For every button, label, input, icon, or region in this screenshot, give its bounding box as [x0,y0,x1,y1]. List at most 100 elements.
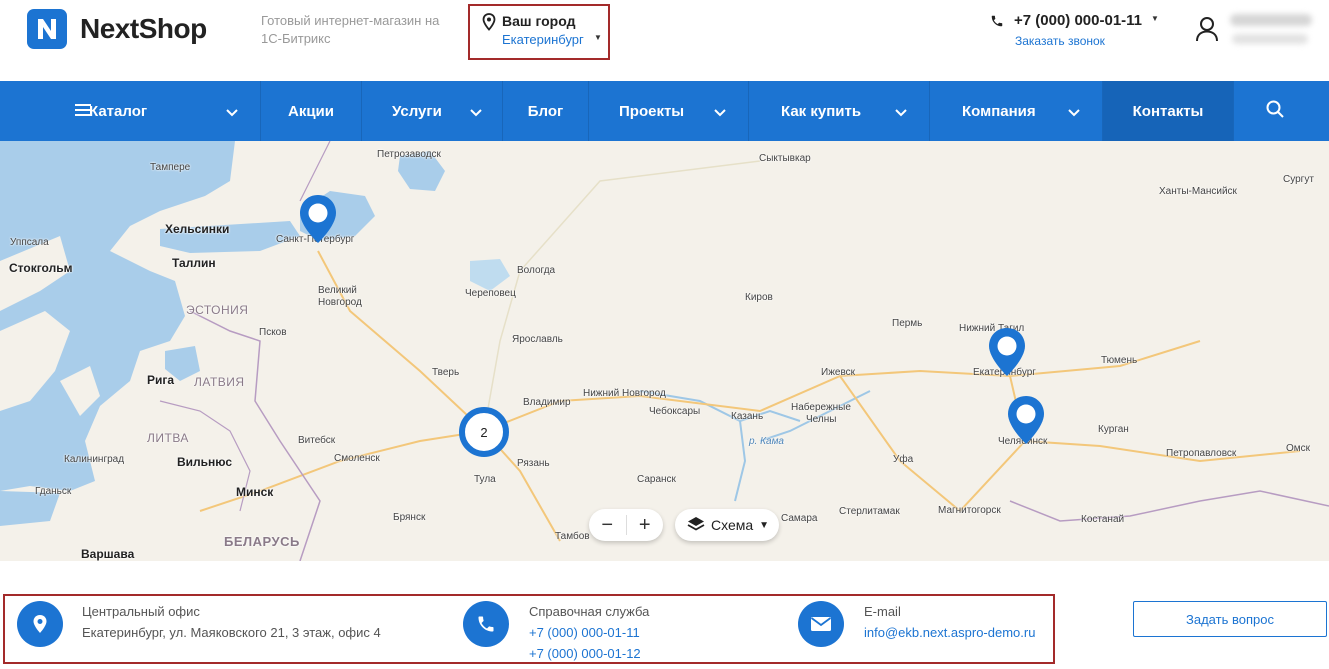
map-country-label: ЭСТОНИЯ [186,303,249,317]
logo-icon [27,9,67,49]
phone-icon [463,601,509,647]
map-city-label: Великий [318,285,357,296]
mail-icon [798,601,844,647]
nav-label: Контакты [1132,102,1204,120]
map-city-label: Петрозаводск [377,149,441,160]
map-city-label: Тула [474,474,496,485]
nav-item-services[interactable]: Услуги [362,81,503,141]
map-city-label: Уппсала [10,237,49,248]
map-river-label: р. Кама [749,436,784,447]
map-city-label: Гданьск [35,486,72,497]
location-pin-icon [482,13,496,36]
map-city-label: Магнитогорск [938,505,1001,516]
map-city-label: Сургут [1283,174,1314,185]
logo-text: NextShop [80,13,207,44]
zoom-out-button[interactable]: − [589,509,626,541]
search-button[interactable] [1234,81,1316,141]
city-selector[interactable]: Ваш город Екатеринбург ▼ [468,4,610,60]
layers-icon [687,516,705,535]
chevron-down-icon [226,104,238,121]
help-phone-2[interactable]: +7 (000) 000-01-12 [529,646,641,661]
map-city-label: Минск [236,485,274,499]
nav-item-promo[interactable]: Акции [261,81,362,141]
map-country-label: ЛИТВА [147,431,189,445]
site-header: NextShop Готовый интернет-магазин на 1С-… [0,0,1329,81]
phone-icon [990,14,1004,33]
map-city-label: Тамбов [555,531,590,542]
nav-item-contacts[interactable]: Контакты [1103,81,1234,141]
ask-question-button[interactable]: Задать вопрос [1133,601,1327,637]
help-phone-1[interactable]: +7 (000) 000-01-11 [529,625,640,640]
help-label: Справочная служба [529,604,650,619]
map-layer-selector[interactable]: Схема ▼ [675,509,779,541]
map-city-label: Саранск [637,474,676,485]
map-city-label: Костанай [1081,514,1125,525]
nav-item-blog[interactable]: Блог [503,81,589,141]
chevron-down-icon [470,104,482,121]
map-city-label: Стерлитамак [839,506,900,517]
user-name-blurred[interactable] [1230,14,1312,26]
map-city-label: Петропавловск [1166,448,1237,459]
map-layer-label: Схема [711,517,754,533]
map-city-label: Рига [147,373,175,387]
map-city-label: Череповец [465,288,516,299]
logo[interactable]: NextShop [27,9,207,49]
map-marker-pin-icon[interactable] [298,193,338,245]
nav-label: Услуги [392,102,442,120]
office-address: Екатеринбург, ул. Маяковского 21, 3 этаж… [82,625,381,640]
email-link[interactable]: info@ekb.next.aspro-demo.ru [864,625,1035,640]
chevron-down-icon [1068,104,1080,121]
location-pin-icon [17,601,63,647]
map-city-label: Казань [731,411,764,422]
map-city-label: Хельсинки [165,222,230,236]
nav-item-catalog[interactable]: Каталог [27,81,261,141]
map-city-label: Вологда [517,265,556,276]
map-city-label: Ханты-Мансийск [1159,186,1237,197]
callback-link[interactable]: Заказать звонок [1015,34,1105,48]
nav-label: Как купить [781,102,862,120]
nav-label: Каталог [89,102,148,120]
email-label: E-mail [864,604,901,619]
map-city-label: Чебоксары [649,406,701,417]
map-city-label: Челны [806,414,837,425]
zoom-in-button[interactable]: + [626,509,663,541]
contacts-strip: Центральный офис Екатеринбург, ул. Маяко… [3,594,1055,664]
nav-label: Блог [527,102,564,120]
nav-label: Проекты [619,102,685,120]
header-phone[interactable]: +7 (000) 000-01-11 [1014,12,1142,29]
nav-label: Компания [962,102,1036,120]
map-zoom-control: − + [589,509,663,541]
nav-item-howtobuy[interactable]: Как купить [749,81,930,141]
map-city-label: Сыктывкар [759,153,811,164]
map-marker-pin-icon[interactable] [1006,394,1046,446]
map-cluster-marker[interactable]: 2 [459,407,509,457]
city-name[interactable]: Екатеринбург [502,32,584,47]
chevron-down-icon [895,104,907,121]
map-city-label: Омск [1286,443,1311,454]
map-background [0,141,1329,561]
map-city-label: Калининград [64,454,125,465]
office-label: Центральный офис [82,604,200,619]
nav-item-company[interactable]: Компания [930,81,1103,141]
map-city-label: Брянск [393,512,426,523]
map-city-label: Самара [781,513,818,524]
nav-item-projects[interactable]: Проекты [589,81,749,141]
map-city-label: Тампере [150,162,191,173]
user-info-blurred [1232,34,1308,44]
map-city-label: Новгород [318,297,362,308]
map-city-label: Рязань [517,458,550,469]
caret-down-icon[interactable]: ▼ [1151,14,1159,23]
map-city-label: Витебск [298,435,336,446]
map-country-label: ЛАТВИЯ [194,375,245,389]
map-country-label: БЕЛАРУСЬ [224,534,300,549]
map-city-label: Тюмень [1101,355,1138,366]
map-city-label: Варшава [81,547,135,561]
chevron-down-icon [714,104,726,121]
nav-label: Акции [287,102,334,120]
user-icon[interactable] [1195,16,1219,47]
map-city-label: Тверь [432,367,460,378]
map-city-label: Вильнюс [177,455,233,469]
map-marker-pin-icon[interactable] [987,326,1027,378]
contacts-map[interactable]: Петрозаводск Сыктывкар Тампере Ханты-Ман… [0,141,1329,561]
map-city-label: Псков [259,327,287,338]
